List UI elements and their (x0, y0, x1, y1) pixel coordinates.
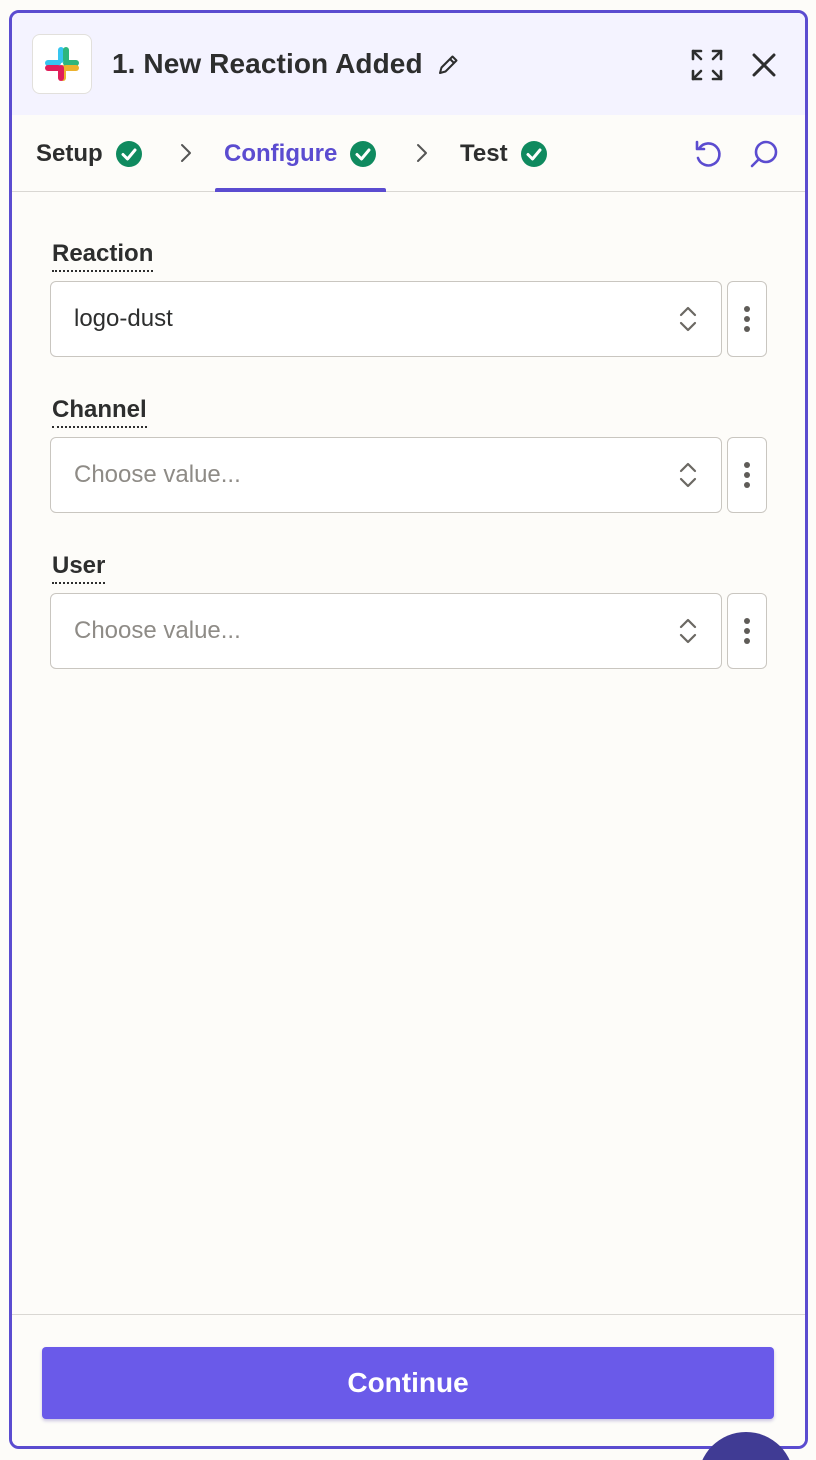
check-circle-icon (520, 140, 547, 167)
step-header: 1. New Reaction Added (12, 13, 805, 115)
tab-label: Configure (224, 139, 338, 167)
undo-icon[interactable] (692, 138, 724, 170)
tab-setup[interactable]: Setup (36, 115, 143, 192)
slack-logo-icon (32, 34, 92, 94)
select-value: logo-dust (74, 305, 173, 332)
reaction-select[interactable]: logo-dust (50, 281, 722, 357)
expand-icon[interactable] (690, 48, 724, 82)
search-icon[interactable] (748, 138, 780, 170)
tab-label: Setup (36, 139, 103, 167)
step-editor-panel: 1. New Reaction Added Setup Configure Te… (9, 10, 808, 1449)
chevron-right-icon (417, 144, 427, 162)
tab-label: Test (460, 139, 508, 167)
tab-test[interactable]: Test (460, 115, 548, 192)
select-placeholder: Choose value... (74, 461, 241, 488)
more-vertical-icon (744, 462, 750, 488)
more-vertical-icon (744, 618, 750, 644)
more-vertical-icon (744, 306, 750, 332)
chevron-up-down-icon (679, 306, 697, 332)
panel-footer: Continue (12, 1314, 805, 1446)
chevron-up-down-icon (679, 618, 697, 644)
close-icon[interactable] (750, 51, 778, 79)
select-placeholder: Choose value... (74, 617, 241, 644)
step-tabs: Setup Configure Test (12, 115, 805, 192)
user-more-button[interactable] (727, 593, 767, 669)
step-title[interactable]: 1. New Reaction Added (112, 44, 423, 84)
user-select[interactable]: Choose value... (50, 593, 722, 669)
check-circle-icon (350, 140, 377, 167)
channel-select[interactable]: Choose value... (50, 437, 722, 513)
tab-configure[interactable]: Configure (214, 115, 387, 192)
edit-icon[interactable] (435, 52, 461, 78)
field-label-user: User (52, 551, 106, 584)
chevron-right-icon (181, 144, 191, 162)
continue-button[interactable]: Continue (42, 1347, 774, 1419)
reaction-more-button[interactable] (727, 281, 767, 357)
field-label-reaction: Reaction (52, 239, 154, 272)
chevron-up-down-icon (679, 462, 697, 488)
field-label-channel: Channel (52, 395, 147, 428)
check-circle-icon (115, 140, 142, 167)
channel-more-button[interactable] (727, 437, 767, 513)
